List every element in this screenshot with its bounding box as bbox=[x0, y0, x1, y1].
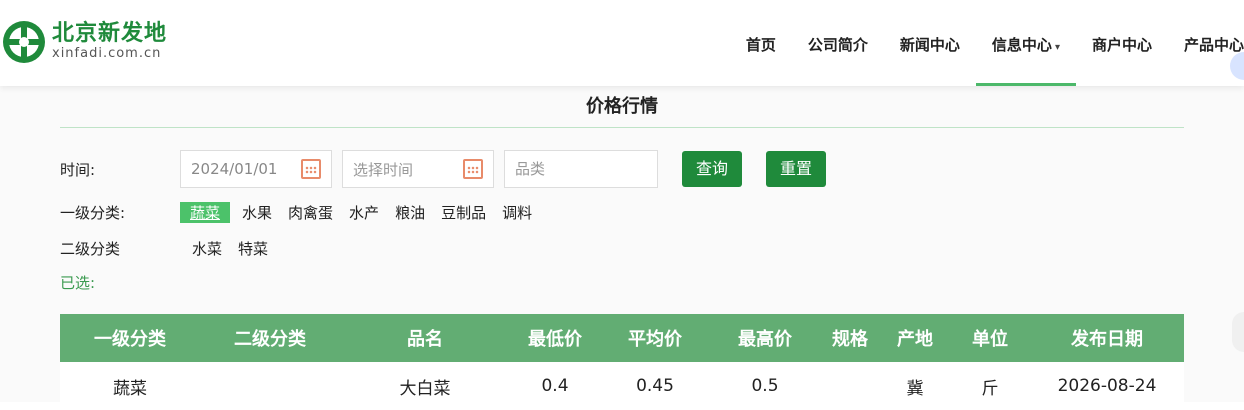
time-filter-row: 时间: 2024/01/01 选择时间 品类 查询 重置 bbox=[60, 150, 850, 188]
level1-category-row: 一级分类: 蔬菜 水果 肉禽蛋 水产 粮油 豆制品 调料 bbox=[60, 202, 546, 223]
nav-news-label: 新闻中心 bbox=[899, 36, 960, 54]
nav-info-label: 信息中心 bbox=[991, 36, 1052, 54]
cell-max-price: 0.5 bbox=[751, 376, 779, 396]
category-input[interactable]: 品类 bbox=[504, 150, 658, 188]
category-seasoning[interactable]: 调料 bbox=[500, 202, 534, 223]
logo-text: 北京新发地 xinfadi.com.cn bbox=[52, 22, 167, 62]
cell-product-name: 大白菜 bbox=[399, 378, 451, 399]
end-date-placeholder: 选择时间 bbox=[353, 160, 414, 179]
category-vegetables[interactable]: 蔬菜 bbox=[180, 202, 231, 223]
col-spec: 规格 bbox=[832, 329, 868, 350]
table-row[interactable]: 蔬菜 大白菜 0.4 0.45 0.5 冀 斤 2026-08-24 bbox=[60, 362, 1184, 410]
nav-merchants-label: 商户中心 bbox=[1091, 36, 1152, 54]
xinfadi-logo-icon bbox=[3, 21, 45, 63]
category-bean-products[interactable]: 豆制品 bbox=[439, 202, 488, 223]
category-aquatic[interactable]: 水产 bbox=[347, 202, 381, 223]
col-level2: 二级分类 bbox=[234, 329, 306, 350]
nav-merchants[interactable]: 商户中心 bbox=[1076, 0, 1168, 86]
level1-label: 一级分类: bbox=[60, 204, 126, 222]
calendar-icon[interactable] bbox=[463, 159, 483, 179]
nav-home-label: 首页 bbox=[745, 36, 776, 54]
col-level1: 一级分类 bbox=[94, 329, 166, 350]
page-body: 价格行情 时间: 2024/01/01 选择时间 品类 查询 重置 一级分类: … bbox=[0, 86, 1244, 410]
start-date-value: 2024/01/01 bbox=[191, 160, 278, 178]
logo-chinese-name: 北京新发地 bbox=[52, 21, 168, 46]
site-logo[interactable]: 北京新发地 xinfadi.com.cn bbox=[2, 20, 167, 64]
calendar-icon[interactable] bbox=[301, 159, 321, 179]
page-title: 价格行情 bbox=[60, 86, 1184, 128]
nav-info[interactable]: 信息中心 ▾ bbox=[975, 0, 1077, 86]
col-unit: 单位 bbox=[972, 329, 1008, 350]
col-min-price: 最低价 bbox=[528, 329, 582, 350]
category-grain-oil[interactable]: 粮油 bbox=[393, 202, 427, 223]
subcategory-water-vegetables[interactable]: 水菜 bbox=[190, 238, 224, 259]
logo-domain: xinfadi.com.cn bbox=[52, 46, 162, 61]
site-header: 北京新发地 xinfadi.com.cn 首页 公司简介 新闻中心 信息中心 ▾ … bbox=[0, 0, 1244, 86]
cell-origin: 冀 bbox=[906, 378, 924, 399]
category-meat-poultry-egg[interactable]: 肉禽蛋 bbox=[286, 202, 335, 223]
col-avg-price: 平均价 bbox=[628, 329, 682, 350]
selected-label: 已选: bbox=[60, 274, 96, 292]
category-placeholder: 品类 bbox=[515, 160, 546, 178]
reset-button[interactable]: 重置 bbox=[766, 151, 827, 187]
price-panel: 价格行情 时间: 2024/01/01 选择时间 品类 查询 重置 一级分类: … bbox=[60, 86, 1184, 410]
subcategory-special-vegetables[interactable]: 特菜 bbox=[236, 238, 270, 259]
table-header: 一级分类 二级分类 品名 最低价 平均价 最高价 规格 产地 单位 发布日期 bbox=[60, 314, 1184, 362]
price-table: 一级分类 二级分类 品名 最低价 平均价 最高价 规格 产地 单位 发布日期 蔬… bbox=[60, 314, 1184, 410]
nav-news[interactable]: 新闻中心 bbox=[884, 0, 976, 86]
nav-about-label: 公司简介 bbox=[807, 36, 868, 54]
start-date-field[interactable]: 2024/01/01 bbox=[180, 150, 332, 188]
col-max-price: 最高价 bbox=[738, 329, 792, 350]
nav-about[interactable]: 公司简介 bbox=[792, 0, 884, 86]
cell-min-price: 0.4 bbox=[541, 376, 569, 396]
cell-unit: 斤 bbox=[981, 378, 999, 399]
cell-avg-price: 0.45 bbox=[636, 376, 674, 396]
nav-products-label: 产品中心 bbox=[1183, 36, 1244, 54]
chevron-down-icon: ▾ bbox=[1054, 42, 1060, 53]
floating-side-tab[interactable] bbox=[1232, 312, 1244, 352]
cell-level1: 蔬菜 bbox=[113, 378, 147, 399]
cell-publish-date: 2026-08-24 bbox=[1057, 376, 1157, 396]
main-nav: 首页 公司简介 新闻中心 信息中心 ▾ 商户中心 产品中心 bbox=[730, 0, 1244, 86]
level2-label: 二级分类 bbox=[60, 240, 121, 258]
selected-row: 已选: bbox=[60, 272, 95, 293]
query-button[interactable]: 查询 bbox=[682, 151, 743, 187]
end-date-field[interactable]: 选择时间 bbox=[342, 150, 494, 188]
nav-home[interactable]: 首页 bbox=[730, 0, 792, 86]
level2-category-row: 二级分类 水菜 特菜 bbox=[60, 238, 282, 259]
category-fruit[interactable]: 水果 bbox=[240, 202, 274, 223]
col-publish-date: 发布日期 bbox=[1071, 329, 1143, 350]
col-product-name: 品名 bbox=[407, 329, 443, 350]
time-label: 时间: bbox=[60, 160, 96, 179]
col-origin: 产地 bbox=[897, 329, 933, 350]
